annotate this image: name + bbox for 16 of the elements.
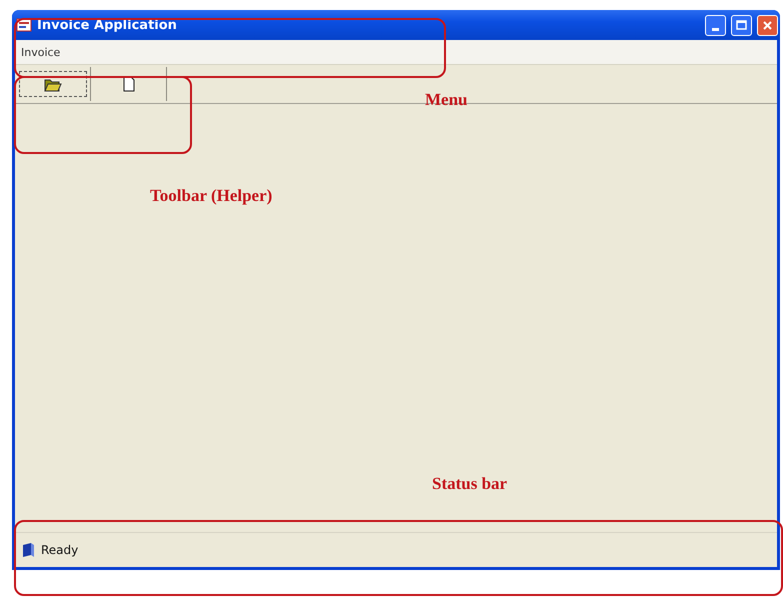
annotation-label: Toolbar (Helper) bbox=[150, 186, 272, 206]
menu-item[interactable]: Invoice bbox=[15, 46, 66, 58]
maximize-icon bbox=[736, 20, 747, 30]
minimize-button[interactable] bbox=[705, 14, 726, 36]
window-title: Invoice Application bbox=[37, 18, 178, 32]
maximize-button[interactable] bbox=[731, 14, 752, 36]
app-icon bbox=[16, 18, 32, 32]
close-icon bbox=[762, 20, 773, 30]
document-icon bbox=[122, 76, 134, 92]
annotation-label: Status bar bbox=[432, 474, 508, 494]
minimize-icon bbox=[712, 28, 719, 30]
folder-icon bbox=[44, 76, 62, 92]
annotation-label: Menu bbox=[425, 90, 468, 110]
status-text: Ready bbox=[41, 543, 78, 557]
book-icon bbox=[21, 542, 35, 558]
close-button[interactable] bbox=[757, 14, 778, 36]
